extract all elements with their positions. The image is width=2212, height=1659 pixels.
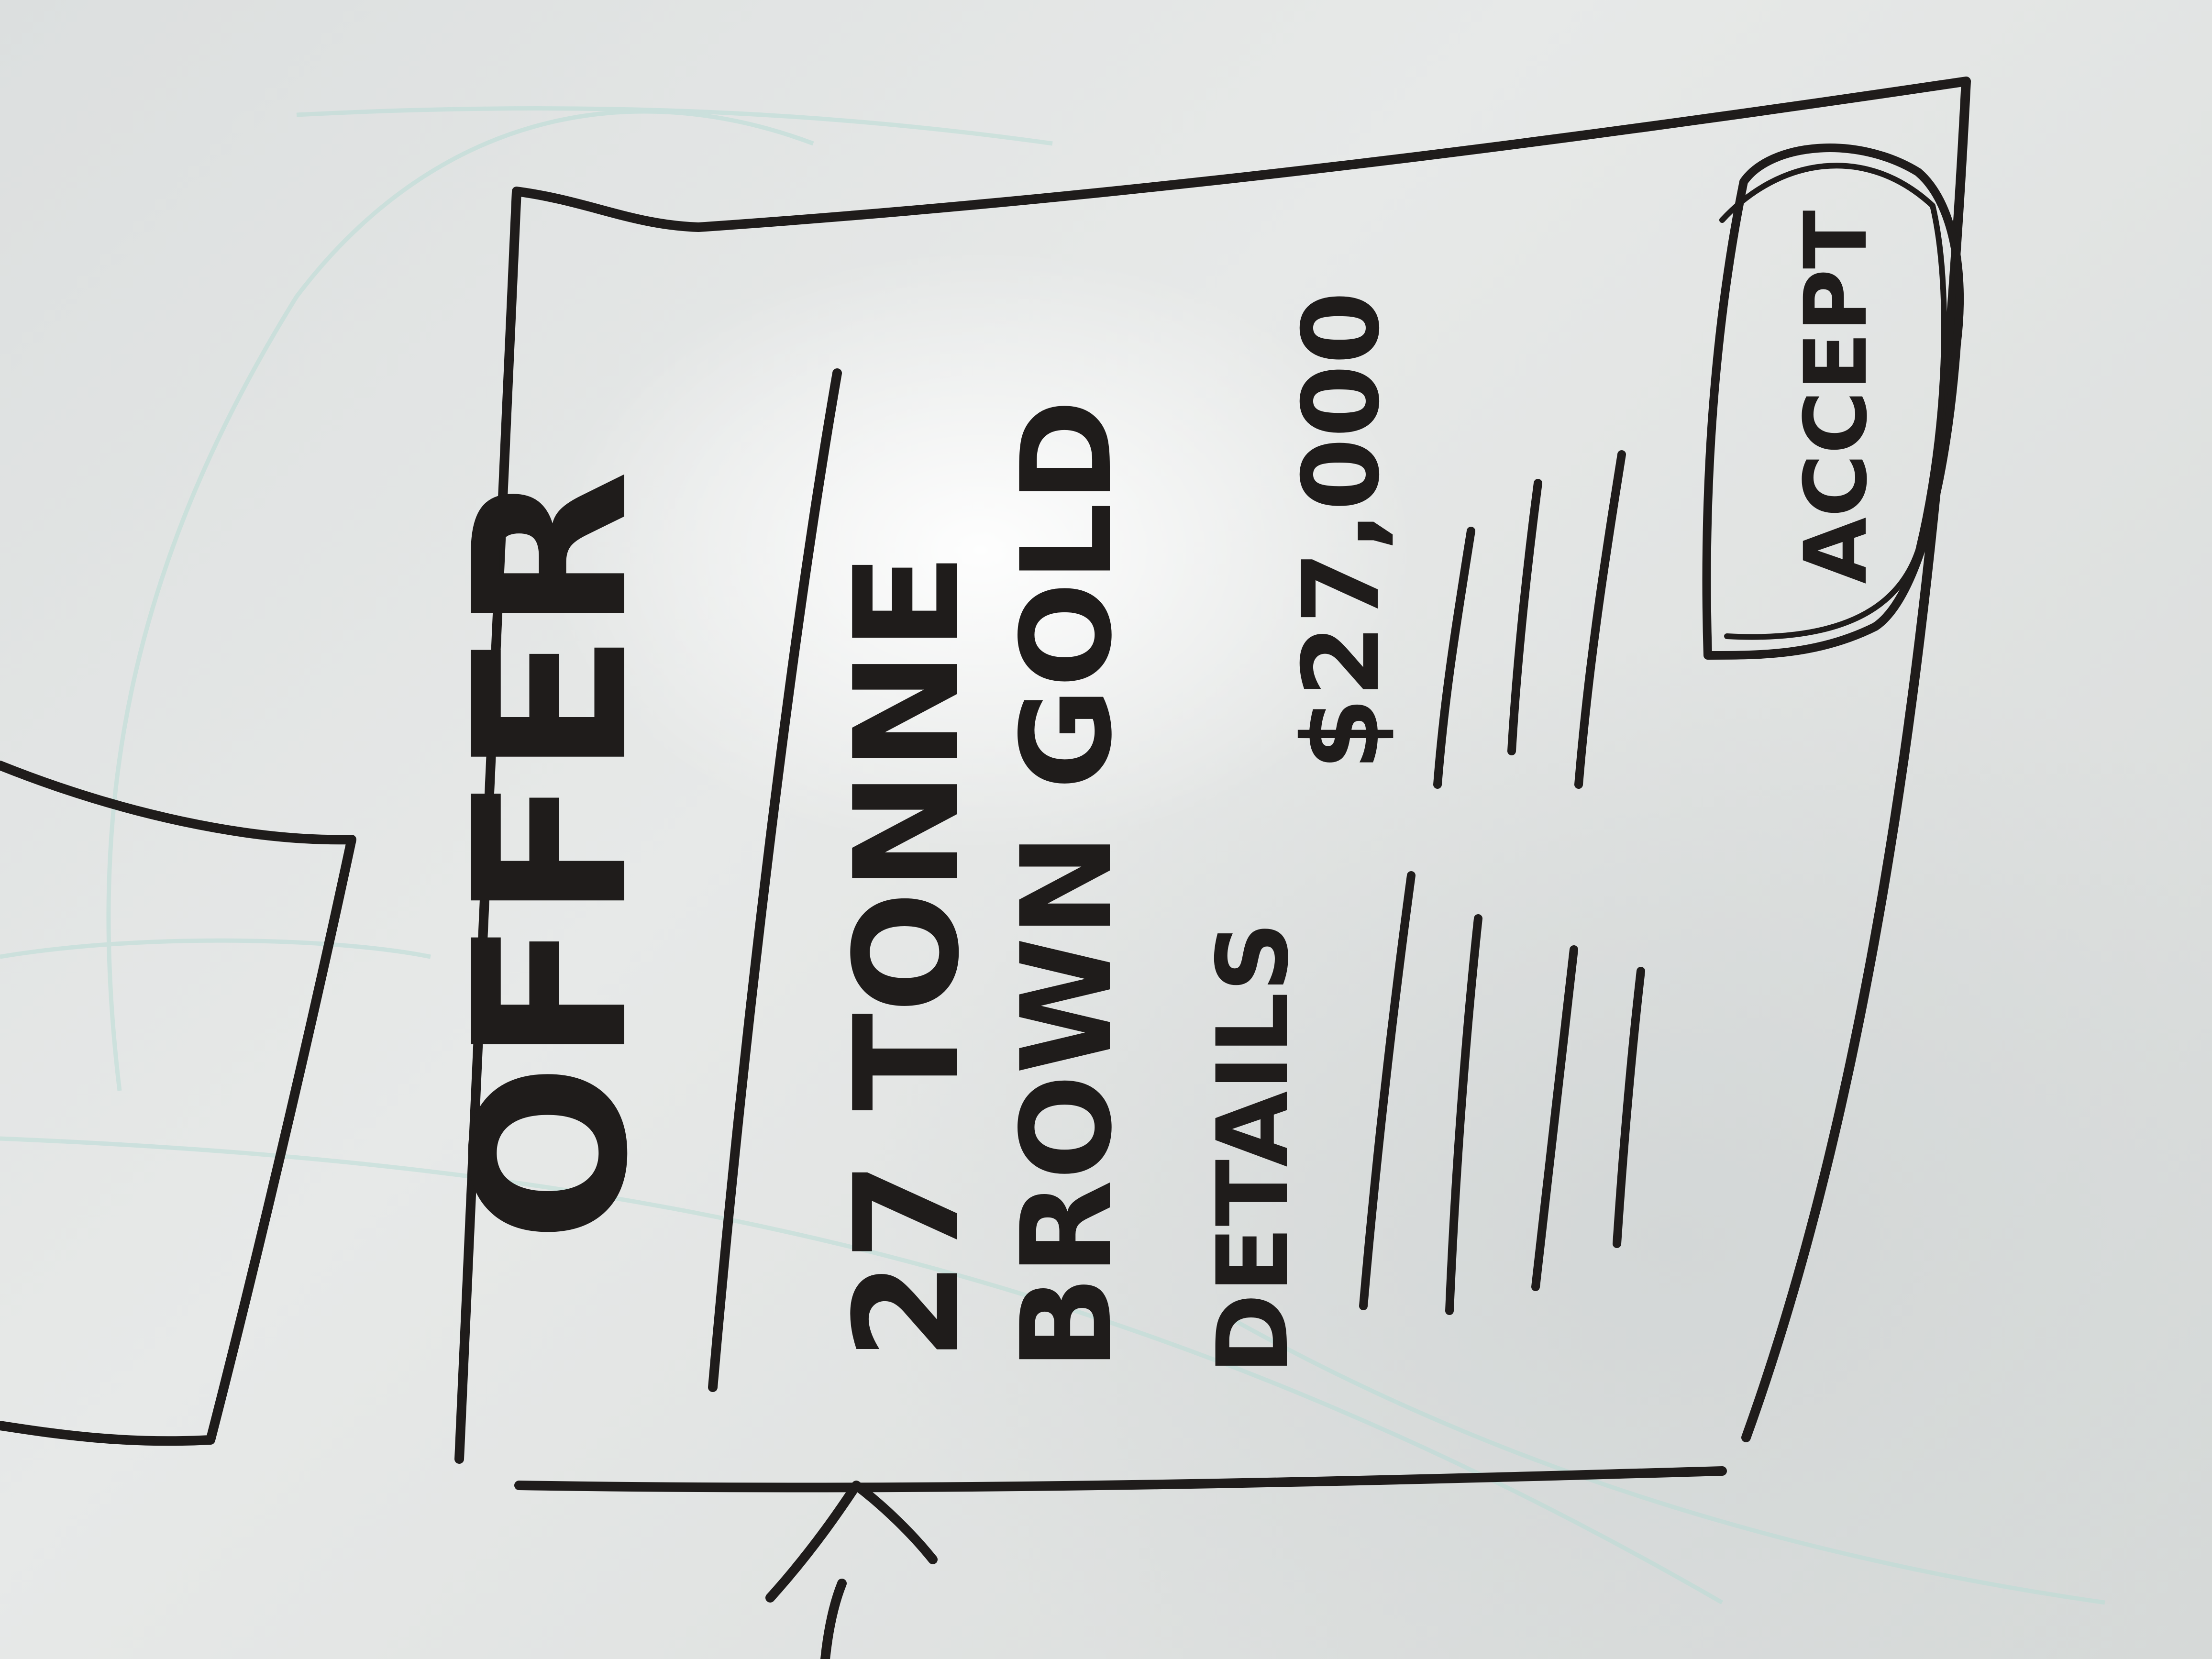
left-card-outline: [0, 761, 356, 1446]
price-text: $27,000: [1280, 291, 1403, 771]
placeholder-line: [1445, 914, 1482, 1315]
whiteboard: OFFER 27 TONNE BROWN GOLD DETAILS $27,00…: [0, 77, 2105, 1659]
offer-heading: OFFER: [429, 470, 674, 1243]
details-label: DETAILS: [1196, 921, 1310, 1374]
placeholder-line: [1433, 527, 1475, 789]
accept-button-label: ACCEPT: [1786, 210, 1886, 584]
placeholder-line: [1531, 945, 1578, 1291]
divider-line: [708, 368, 842, 1392]
placeholder-line: [1359, 871, 1416, 1310]
product-desc-text: BROWN GOLD: [995, 399, 1139, 1371]
placeholder-line: [1507, 479, 1542, 755]
pointer-arrow: [765, 1481, 938, 1659]
placeholder-line: [1613, 967, 1645, 1248]
accept-button[interactable]: ACCEPT: [1702, 144, 1964, 660]
placeholder-lines: [1359, 450, 1645, 1315]
bottom-bar: [514, 1466, 1727, 1493]
product-line-text: 27 TONNE: [824, 553, 991, 1361]
placeholder-line: [1574, 450, 1626, 789]
